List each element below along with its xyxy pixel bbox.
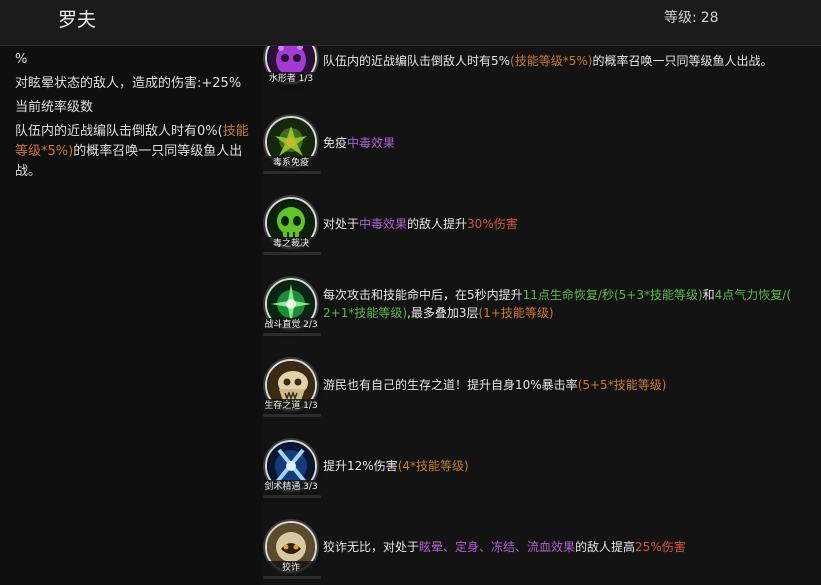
desc-text: 的敌人提升 <box>407 217 468 231</box>
skill-underline <box>263 414 321 417</box>
desc-text: 免疫 <box>323 136 348 150</box>
skill-underline <box>263 252 321 255</box>
skill-description: 每次攻击和技能命中后，在5秒内提升11点生命恢复/秒(5+3*技能等级)和4点气… <box>323 286 821 322</box>
desc-formula: (4*技能等级) <box>397 459 469 473</box>
detail-line-stun-damage: 对眩晕状态的敌人，造成的伤害:+25% <box>15 76 242 91</box>
desc-bonus: 30%伤害 <box>467 217 518 231</box>
desc-text: 游民也有自己的生存之道！提升自身10%暴击率 <box>323 378 578 392</box>
hero-name: 罗夫 <box>58 9 97 31</box>
skill-name: 毒系免疫 <box>261 156 321 170</box>
hero-header: 罗夫 等级: 28 <box>0 0 821 46</box>
skill-name: 剑术精通 3/3 <box>261 480 321 494</box>
level-label: 等级: <box>664 10 697 26</box>
desc-formula: (5+5*技能等级) <box>577 378 667 392</box>
skill-name: 生存之道 1/3 <box>261 399 321 413</box>
skill-name: 狡诈 <box>261 561 321 575</box>
desc-text: 每次攻击和技能命中后，在5秒内提升 <box>323 288 523 302</box>
skill-description: 队伍内的近战编队击倒敌人时有5%(技能等级*5%)的概率召唤一只同等级鱼人出战。 <box>323 52 821 70</box>
desc-energy-regen: 4点气力恢复/( <box>714 288 792 302</box>
desc-effect: 中毒效果 <box>359 217 408 231</box>
desc-text: 的概率召唤一只同等级鱼人出战。 <box>592 54 773 68</box>
skill-underline <box>263 576 321 579</box>
skill-description: 游民也有自己的生存之道！提升自身10%暴击率(5+5*技能等级) <box>323 376 821 394</box>
desc-text: 队伍内的近战编队击倒敌人时有5% <box>323 54 511 68</box>
detail-line-summon: 队伍内的近战编队击倒敌人时有0%(技能等级*5%)的概率召唤一只同等级鱼人出战。 <box>15 122 255 182</box>
desc-energy-formula: 2+1*技能等级) <box>323 306 408 320</box>
skill-description: 狡诈无比，对处于眩晕、定身、冻结、流血效果的敌人提高25%伤害 <box>323 538 821 556</box>
skill-description: 免疫中毒效果 <box>323 134 821 152</box>
desc-hp-regen: 11点生命恢复/秒(5+3*技能等级) <box>522 288 703 302</box>
level-value: 28 <box>700 10 719 26</box>
skill-description: 对处于中毒效果的敌人提升30%伤害 <box>323 215 821 233</box>
skill-underline <box>263 333 321 336</box>
skill-list: 水形者 1/3 队伍内的近战编队击倒敌人时有5%(技能等级*5%)的概率召唤一只… <box>261 32 821 585</box>
desc-text: 对处于 <box>323 217 360 231</box>
desc-text: 的敌人提高 <box>575 540 636 554</box>
desc-text: 和 <box>702 288 715 302</box>
desc-effect: 眩晕、定身、冻结、流血效果 <box>419 540 576 554</box>
hero-level: 等级: 28 <box>664 7 719 27</box>
skill-name: 水形者 1/3 <box>261 72 321 86</box>
skill-description: 提升12%伤害(4*技能等级) <box>323 457 821 475</box>
detail-line-percent: % <box>15 52 28 67</box>
desc-bonus: 25%伤害 <box>635 540 686 554</box>
desc-formula: (技能等级*5%) <box>510 54 593 68</box>
skill-name: 毒之裁决 <box>261 237 321 251</box>
detail-summon-text-a: 队伍内的近战编队击倒敌人时有0%( <box>15 124 223 139</box>
desc-effect: 中毒效果 <box>347 136 396 150</box>
desc-text: 提升12%伤害 <box>323 459 398 473</box>
desc-formula: (1+技能等级) <box>478 306 554 320</box>
skill-name: 战斗直觉 2/3 <box>261 318 321 332</box>
skill-detail-panel: % 对眩晕状态的敌人，造成的伤害:+25% 当前统率级数 队伍内的近战编队击倒敌… <box>0 46 262 585</box>
desc-text: 狡诈无比，对处于 <box>323 540 420 554</box>
skill-underline <box>263 171 321 174</box>
detail-line-command-level: 当前统率级数 <box>15 100 94 115</box>
desc-text: ,最多叠加3层 <box>407 306 479 320</box>
skill-underline <box>263 495 321 498</box>
